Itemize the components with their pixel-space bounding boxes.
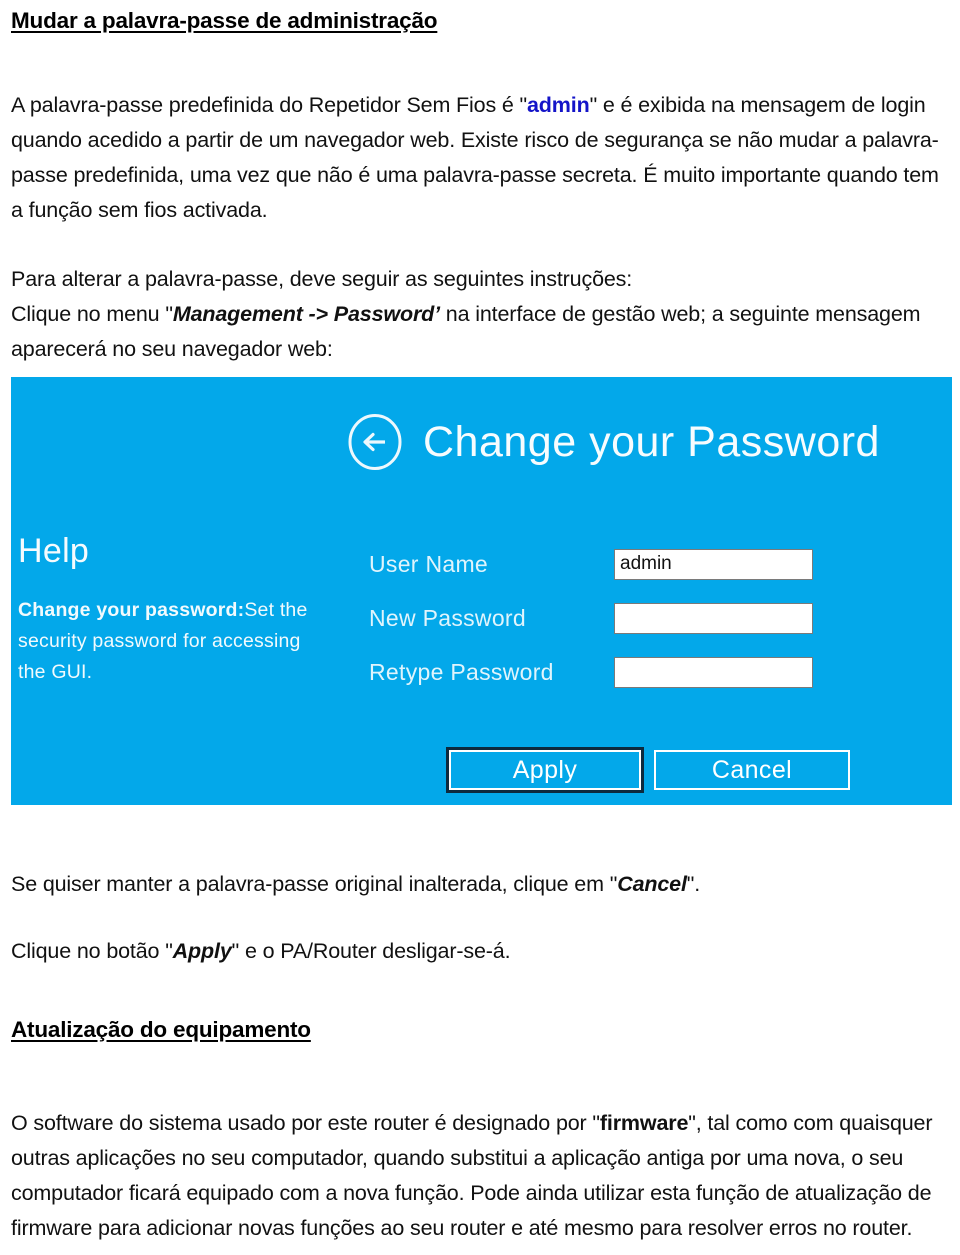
form-row-username: User Name: [369, 537, 839, 591]
page-title-change-password: Mudar a palavra-passe de administração: [11, 8, 438, 33]
retype-password-input[interactable]: [614, 656, 813, 688]
firmware-paragraph: O software do sistema usado por este rou…: [11, 1106, 951, 1246]
firmware-emphasis: firmware: [599, 1110, 689, 1135]
new-password-input[interactable]: [614, 602, 813, 634]
menu-path-emphasis: Management -> Password’: [172, 301, 440, 326]
apply-note-before: Clique no botão ": [11, 938, 173, 963]
apply-note-paragraph: Clique no botão "Apply" e o PA/Router de…: [11, 934, 951, 969]
router-ui-header: Change your Password: [11, 377, 952, 507]
circled-left-arrow-icon[interactable]: [347, 413, 403, 471]
help-panel-body: Change your password:Set the security pa…: [18, 595, 318, 688]
instructions-line-1: Para alterar a palavra-passe, deve segui…: [11, 266, 633, 291]
instructions-paragraph: Para alterar a palavra-passe, deve segui…: [11, 262, 951, 367]
apply-emphasis: Apply: [172, 938, 232, 963]
instructions-line-2-before: Clique no menu ": [11, 301, 173, 326]
username-input[interactable]: [614, 548, 813, 580]
password-form: User Name New Password Retype Password: [369, 537, 839, 699]
form-row-retype-password: Retype Password: [369, 645, 839, 699]
cancel-note-before: Se quiser manter a palavra-passe origina…: [11, 871, 618, 896]
firmware-text-before: O software do sistema usado por este rou…: [11, 1110, 600, 1135]
help-bold-lead: Change your password:: [18, 599, 245, 621]
form-actions: Apply Cancel: [446, 747, 850, 793]
cancel-button[interactable]: Cancel: [654, 750, 850, 790]
cancel-emphasis: Cancel: [617, 871, 687, 896]
default-password-highlight: admin: [526, 92, 590, 117]
help-panel: Help Change your password:Set the securi…: [18, 534, 318, 688]
document-page: Mudar a palavra-passe de administração A…: [0, 0, 960, 1255]
router-ui-title: Change your Password: [423, 417, 880, 466]
intro-text-before: A palavra-passe predefinida do Repetidor…: [11, 92, 527, 117]
cancel-note-paragraph: Se quiser manter a palavra-passe origina…: [11, 867, 951, 902]
intro-paragraph: A palavra-passe predefinida do Repetidor…: [11, 88, 951, 228]
cancel-note-after: ".: [686, 871, 701, 896]
router-web-ui-screenshot: Change your Password Help Change your pa…: [11, 377, 952, 805]
form-row-new-password: New Password: [369, 591, 839, 645]
apply-button[interactable]: Apply: [446, 747, 644, 793]
apply-note-after: " e o PA/Router desligar-se-á.: [231, 938, 511, 963]
help-panel-title: Help: [18, 532, 90, 570]
retype-password-label: Retype Password: [369, 658, 554, 685]
page-title-firmware-update: Atualização do equipamento: [11, 1017, 311, 1042]
new-password-label: New Password: [369, 604, 526, 631]
username-label: User Name: [369, 550, 489, 577]
